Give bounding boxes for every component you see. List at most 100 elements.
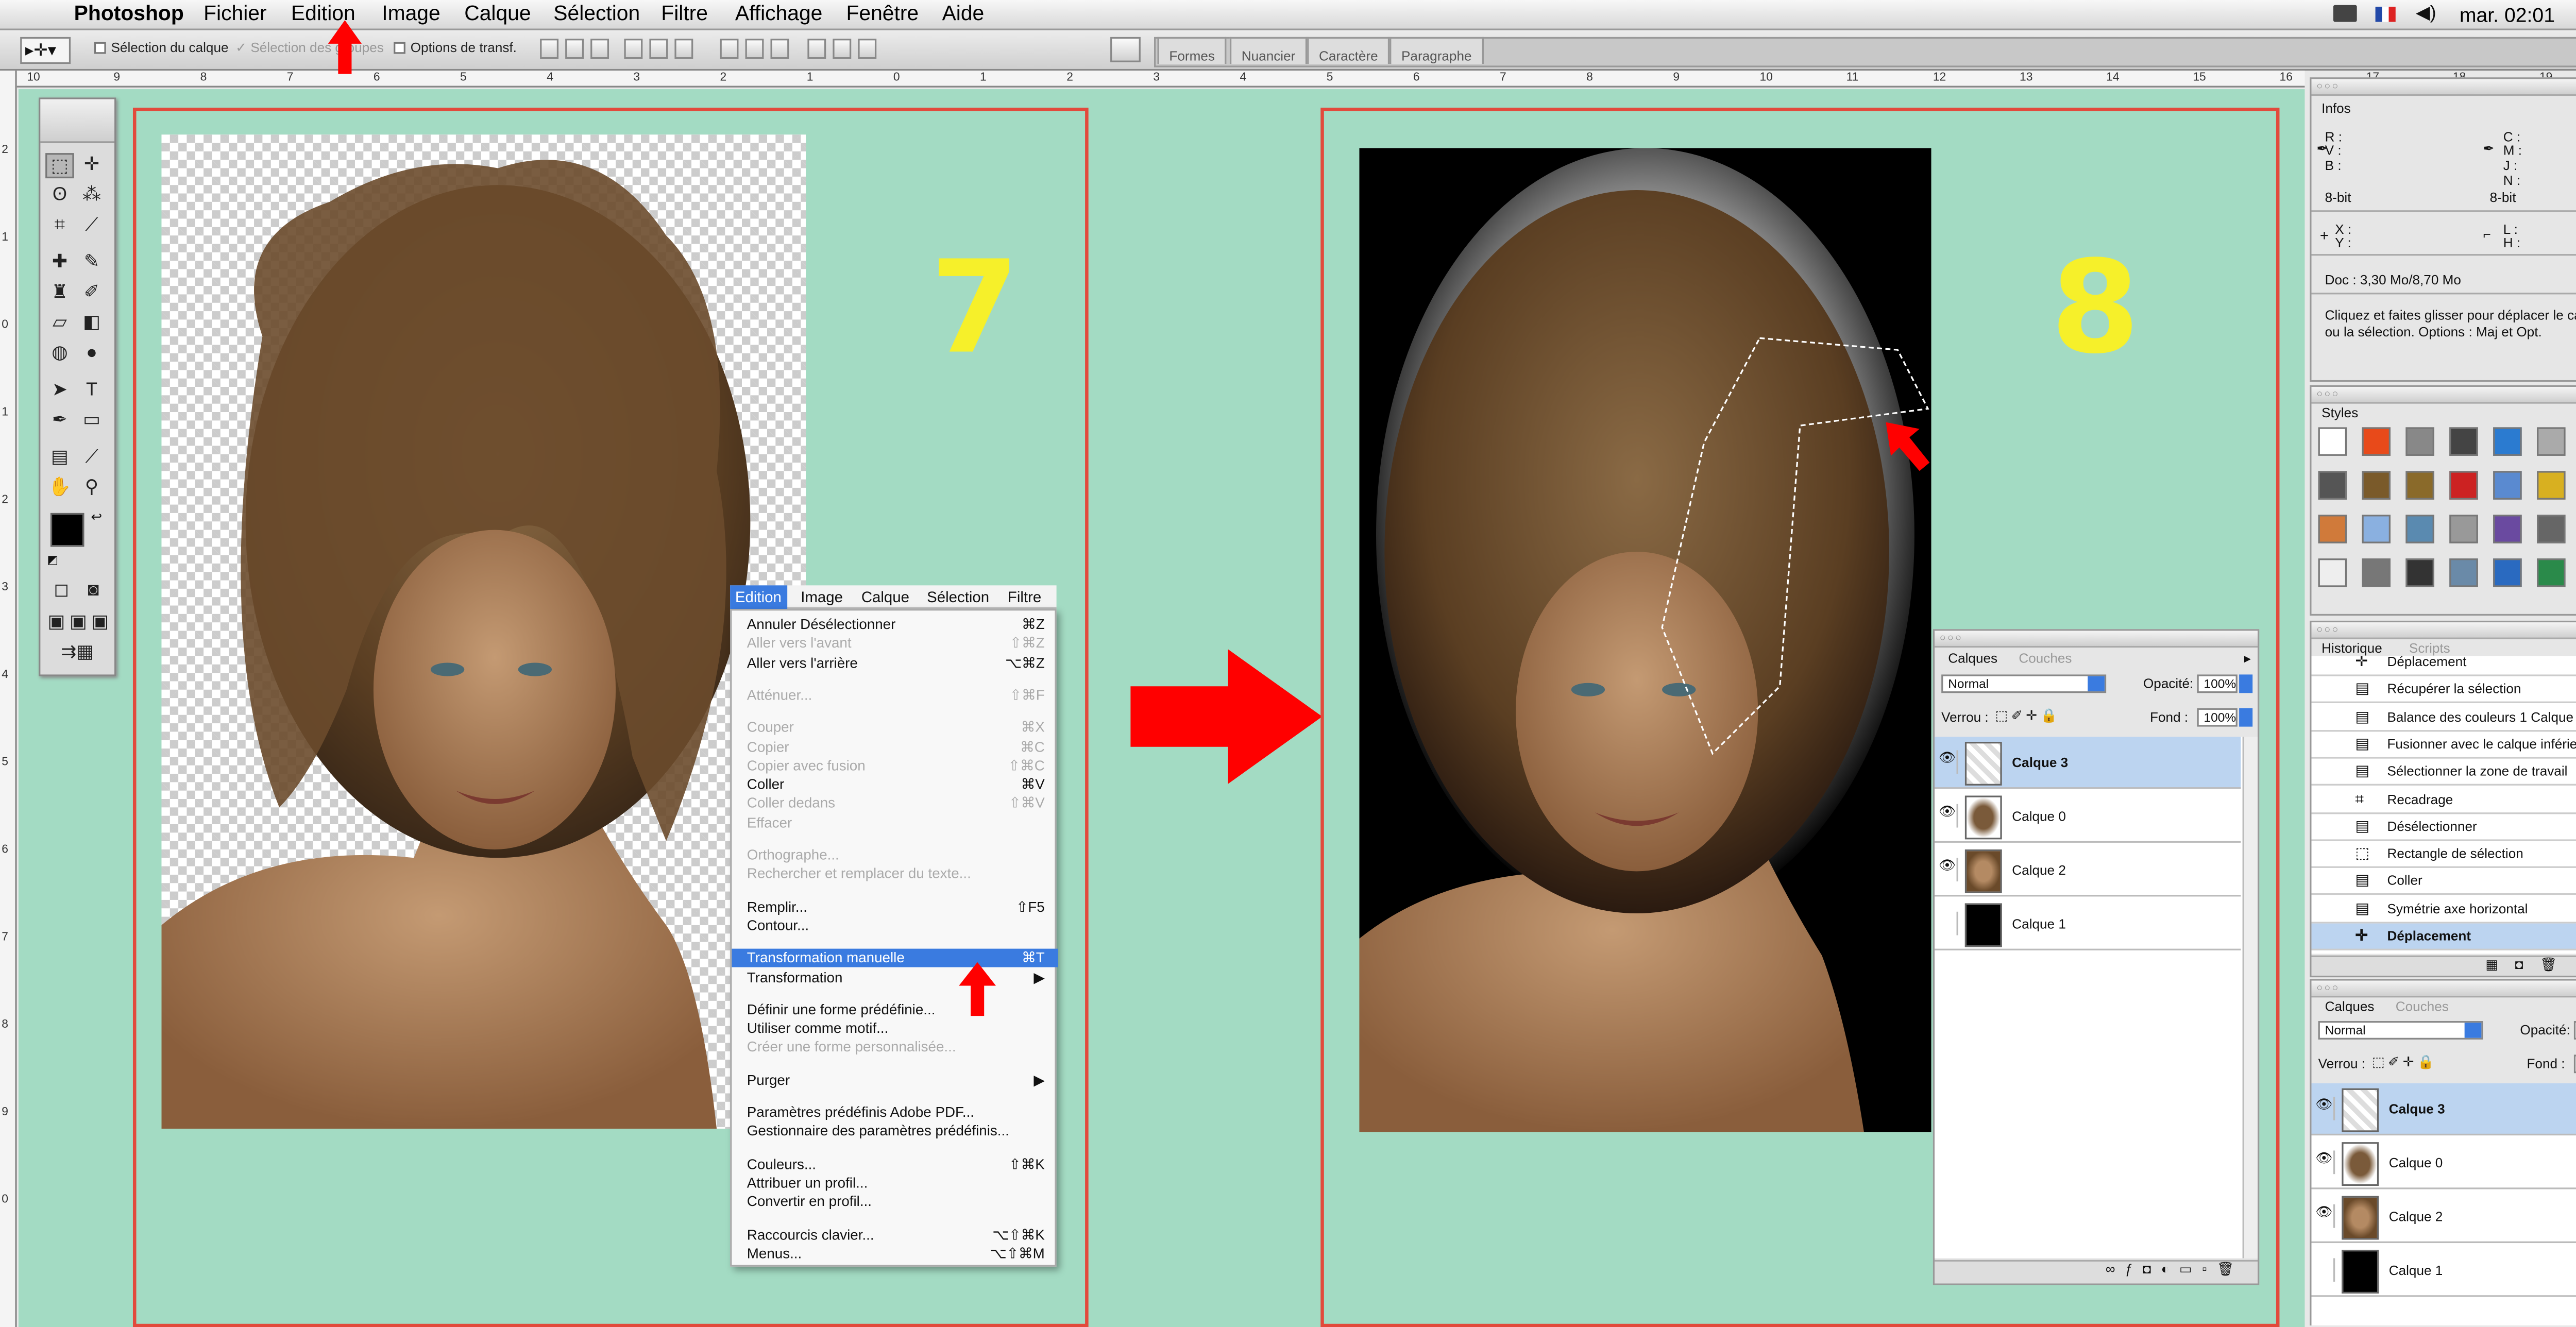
zoom-tool-icon[interactable]: ⚲ xyxy=(77,476,106,501)
layer-row[interactable]: 👁 Calque 2 xyxy=(2311,1190,2576,1244)
menu-item[interactable]: Aller vers l'arrière ⌥⌘Z xyxy=(732,654,1058,672)
layer-name[interactable]: Calque 2 xyxy=(2389,1210,2443,1224)
menu-item[interactable]: Convertir en profil... xyxy=(732,1193,1058,1212)
layer-row[interactable]: 👁 Calque 3 xyxy=(1935,737,2241,789)
opacity-input[interactable]: 100% xyxy=(2197,674,2238,693)
align-bottom-icon[interactable] xyxy=(590,39,609,59)
inset-menu-calque[interactable]: Calque xyxy=(861,589,909,606)
blend-mode-select[interactable]: Normal xyxy=(1941,674,2107,693)
style-swatch[interactable] xyxy=(2405,427,2434,456)
menu-selection[interactable]: Sélection xyxy=(553,2,640,25)
show-transform-option[interactable]: Options de transf. xyxy=(394,40,517,56)
file-browser-icon[interactable] xyxy=(1110,37,1141,62)
fill-input-dock[interactable]: 100% xyxy=(2573,1054,2576,1074)
tab-calques[interactable]: Calques xyxy=(1948,651,1997,666)
style-swatch[interactable] xyxy=(2318,427,2347,456)
layer-row[interactable]: 👁 Calque 0 xyxy=(2311,1137,2576,1189)
menu-item[interactable]: Purger ▶ xyxy=(732,1071,1058,1090)
layer-name[interactable]: Calque 1 xyxy=(2012,917,2066,932)
history-item[interactable]: ▤ Coller xyxy=(2311,869,2576,896)
history-window-buttons-icon[interactable]: ○○○ xyxy=(2316,626,2340,636)
style-swatch[interactable] xyxy=(2537,427,2566,456)
screen-mode-full-icon[interactable]: ▣ xyxy=(89,610,111,636)
layer-row[interactable]: Calque 1 xyxy=(1935,898,2241,950)
history-item[interactable]: ✛ Déplacement xyxy=(2311,656,2576,676)
jump-to-imageready-icon[interactable]: ⇉▦ xyxy=(47,641,108,666)
screen-mode-standard-icon[interactable]: ▣ xyxy=(45,610,67,636)
style-swatch[interactable] xyxy=(2449,558,2478,587)
layer-name[interactable]: Calque 1 xyxy=(2389,1263,2443,1278)
menu-affichage[interactable]: Affichage xyxy=(735,2,822,25)
healing-brush-tool-icon[interactable]: ✚ xyxy=(45,251,74,276)
blend-mode-select-dock[interactable]: Normal xyxy=(2318,1021,2483,1040)
history-item[interactable]: ✛ Déplacement xyxy=(2311,923,2576,950)
distribute-right-icon[interactable] xyxy=(858,39,877,59)
dodge-tool-icon[interactable]: ● xyxy=(77,342,106,367)
lock-options-icons[interactable]: ⬚✐✛🔒 xyxy=(1995,708,2061,723)
styles-tab[interactable]: Styles xyxy=(2321,405,2358,420)
history-item[interactable]: ▤ Symétrie axe horizontal xyxy=(2311,896,2576,923)
tab-scripts[interactable]: Scripts xyxy=(2409,641,2450,656)
tab-historique[interactable]: Historique xyxy=(2321,641,2382,656)
menu-item[interactable]: Couleurs... ⇧⌘K xyxy=(732,1155,1058,1173)
layer-name[interactable]: Calque 3 xyxy=(2012,755,2068,770)
menu-item[interactable]: Transformation ▶ xyxy=(732,968,1058,986)
styles-window-buttons-icon[interactable]: ○○○ xyxy=(2316,390,2340,401)
gradient-tool-icon[interactable]: ◧ xyxy=(77,311,106,336)
menu-item[interactable]: Paramètres prédéfinis Adobe PDF... xyxy=(732,1103,1058,1122)
opacity-input-dock[interactable]: 100% xyxy=(2573,1021,2576,1040)
style-swatch[interactable] xyxy=(2493,471,2522,500)
swap-colors-icon[interactable]: ↩ xyxy=(91,509,102,524)
info-window-buttons-icon[interactable]: ○○○ xyxy=(2316,82,2340,93)
layer-row[interactable]: 👁 Calque 0 xyxy=(1935,790,2241,843)
inset-menu-filtre[interactable]: Filtre xyxy=(1008,589,1041,606)
align-left-icon[interactable] xyxy=(624,39,643,59)
layer-row[interactable]: Calque 1 xyxy=(2311,1245,2576,1297)
path-selection-tool-icon[interactable]: ➤ xyxy=(45,379,74,404)
pen-tool-icon[interactable]: ✒ xyxy=(45,409,74,434)
eye-visible-icon[interactable]: 👁 xyxy=(1938,858,1958,882)
tab-calques-dock[interactable]: Calques xyxy=(2325,999,2375,1014)
layers-window-buttons-icon[interactable]: ○○○ xyxy=(2316,984,2340,994)
shape-tool-icon[interactable]: ▭ xyxy=(77,409,106,434)
style-swatch[interactable] xyxy=(2493,427,2522,456)
menu-item[interactable]: Gestionnaire des paramètres prédéfinis..… xyxy=(732,1122,1058,1141)
align-hcenter-icon[interactable] xyxy=(649,39,668,59)
menu-item[interactable]: Contour... xyxy=(732,916,1058,935)
style-swatch[interactable] xyxy=(2318,515,2347,543)
menu-item[interactable]: Coller ⌘V xyxy=(732,776,1058,794)
style-swatch[interactable] xyxy=(2493,515,2522,543)
history-item[interactable]: ▤ Fusionner avec le calque inférieur xyxy=(2311,731,2576,759)
style-swatch[interactable] xyxy=(2449,427,2478,456)
style-swatch[interactable] xyxy=(2362,471,2391,500)
eye-hidden-icon[interactable] xyxy=(1938,911,1958,935)
hand-tool-icon[interactable]: ✋ xyxy=(45,476,74,501)
eye-visible-icon[interactable]: 👁 xyxy=(2315,1096,2335,1120)
volume-icon[interactable]: ◀) xyxy=(2416,2,2436,24)
slice-tool-icon[interactable]: ⟋ xyxy=(77,214,106,239)
menu-filtre[interactable]: Filtre xyxy=(661,2,708,25)
inset-menu-edition[interactable]: Edition xyxy=(730,585,787,609)
inset-menu-selection[interactable]: Sélection xyxy=(927,589,989,606)
style-swatch[interactable] xyxy=(2537,471,2566,500)
flag-fr-icon[interactable] xyxy=(2375,7,2396,22)
menu-item[interactable]: Utiliser comme motif... xyxy=(732,1019,1058,1038)
menu-item[interactable]: Transformation manuelle ⌘T xyxy=(732,949,1058,968)
blend-mode-dropdown-dock-icon[interactable] xyxy=(2464,1023,2482,1038)
eye-visible-icon[interactable]: 👁 xyxy=(2315,1150,2335,1175)
tab-paragraphe[interactable]: Paragraphe xyxy=(1389,37,1484,64)
blend-mode-dropdown-icon[interactable] xyxy=(2088,676,2105,692)
tab-couches-dock[interactable]: Couches xyxy=(2396,999,2449,1014)
menu-item[interactable]: Annuler Désélectionner ⌘Z xyxy=(732,616,1058,634)
style-swatch[interactable] xyxy=(2362,558,2391,587)
menu-fichier[interactable]: Fichier xyxy=(204,2,266,25)
eye-hidden-icon[interactable] xyxy=(2315,1258,2335,1282)
lock-options-dock-icons[interactable]: ⬚✐✛🔒 xyxy=(2372,1054,2437,1069)
crop-tool-icon[interactable]: ⌗ xyxy=(45,214,74,239)
style-swatch[interactable] xyxy=(2449,471,2478,500)
layer-name[interactable]: Calque 3 xyxy=(2389,1102,2445,1117)
layers-footer-icons[interactable]: ∞ƒ◘◐▭▫🗑 xyxy=(1935,1260,2258,1284)
history-item[interactable]: ⌗ Recadrage xyxy=(2311,787,2576,813)
history-item[interactable]: ▤ Récupérer la sélection xyxy=(2311,677,2576,704)
blur-tool-icon[interactable]: ◍ xyxy=(45,342,74,367)
